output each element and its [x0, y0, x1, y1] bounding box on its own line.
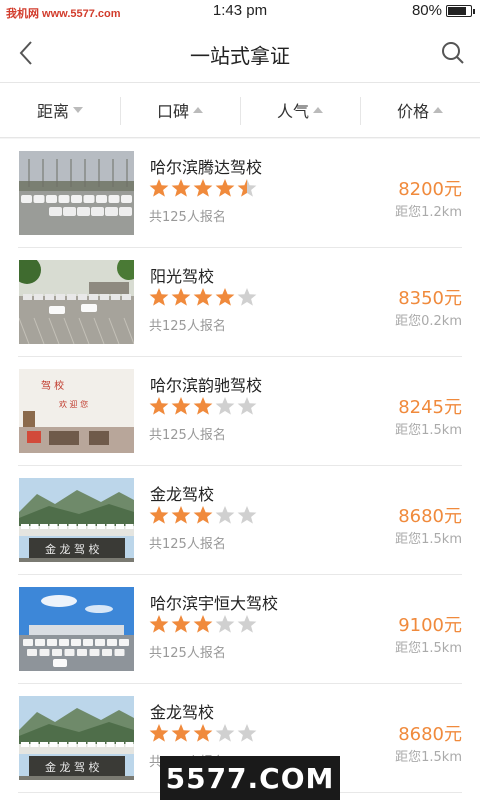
school-list-item[interactable]: 哈尔滨腾达驾校共125人报名 8200元距您1.2km — [18, 139, 462, 248]
rating-stars — [149, 614, 257, 638]
star-icon — [215, 723, 235, 747]
price-label: 8245元 — [398, 397, 462, 418]
star-icon — [237, 723, 257, 747]
school-name: 金龙驾校 — [150, 703, 215, 722]
school-thumbnail — [19, 260, 134, 344]
distance-label: 距您1.5km — [395, 750, 462, 765]
star-icon — [193, 723, 213, 747]
school-thumbnail: 金 龙 驾 校 — [19, 478, 134, 562]
star-icon — [171, 287, 191, 311]
rating-stars — [149, 505, 257, 529]
battery-icon — [446, 4, 475, 17]
star-icon — [215, 505, 235, 529]
school-list-item[interactable]: 哈尔滨宇恒大驾校共125人报名 9100元距您1.5km — [18, 575, 462, 684]
star-icon — [149, 505, 169, 529]
distance-label: 距您1.2km — [395, 205, 462, 220]
site-watermark: 5577.COM — [160, 756, 340, 800]
star-icon — [193, 614, 213, 638]
distance-label: 距您1.5km — [395, 641, 462, 656]
star-icon — [215, 287, 235, 311]
distance-label: 距您1.5km — [395, 423, 462, 438]
signup-count: 共125人报名 — [149, 428, 226, 443]
star-icon — [149, 287, 169, 311]
star-icon — [215, 178, 235, 202]
sort-up-icon — [313, 107, 323, 113]
school-thumbnail: 驾 校欢 迎 您 — [19, 369, 134, 453]
school-name: 金龙驾校 — [150, 485, 215, 504]
star-icon — [171, 396, 191, 420]
school-name: 哈尔滨韵驰驾校 — [150, 376, 263, 395]
school-list: 哈尔滨腾达驾校 共125人报名 8200元 距您1.2km 阳光驾校 共125人报名 835… — [0, 139, 480, 800]
rating-stars — [149, 178, 257, 202]
star-icon — [215, 614, 235, 638]
signup-count: 共125人报名 — [149, 210, 226, 225]
sort-up-icon — [193, 107, 203, 113]
status-indicators: 80% — [411, 2, 475, 19]
battery-percent: 80% — [411, 2, 442, 19]
star-icon — [171, 178, 191, 202]
filter-tab-0[interactable]: 距离 — [0, 83, 120, 137]
star-icon — [193, 178, 213, 202]
star-icon — [237, 396, 257, 420]
filter-tab-3[interactable]: 价格 — [360, 83, 480, 137]
watermark-text: 5577.COM — [165, 761, 335, 795]
school-list-item[interactable]: 阳光驾校共125人报名 8350元距您0.2km — [18, 248, 462, 357]
star-icon — [215, 396, 235, 420]
filter-label: 距离 — [36, 102, 69, 121]
star-icon — [193, 287, 213, 311]
search-icon — [442, 42, 464, 64]
svg-text:金 龙 驾 校: 金 龙 驾 校 — [45, 760, 100, 774]
star-icon — [193, 505, 213, 529]
filter-tab-2[interactable]: 人气 — [240, 83, 360, 137]
page-title: 一站式拿证 — [190, 44, 290, 68]
filter-label: 口碑 — [156, 102, 189, 121]
star-icon — [193, 396, 213, 420]
filter-bar: 距离 口碑 人气 价格 — [0, 82, 480, 138]
star-icon — [237, 614, 257, 638]
school-thumbnail: 金 龙 驾 校 — [19, 696, 134, 780]
school-list-item[interactable]: 金 龙 驾 校 金龙驾校共125人报名 8680元距您1.5km — [18, 466, 462, 575]
status-time: 1:43 pm — [212, 2, 268, 19]
school-name: 阳光驾校 — [150, 267, 215, 286]
rating-stars — [149, 287, 257, 311]
price-label: 8350元 — [398, 288, 462, 309]
signup-count: 共125人报名 — [149, 646, 226, 661]
star-icon — [149, 396, 169, 420]
school-thumbnail — [19, 151, 134, 235]
star-icon — [149, 178, 169, 202]
star-icon — [171, 723, 191, 747]
rating-stars — [149, 723, 257, 747]
svg-text:欢 迎 您: 欢 迎 您 — [59, 399, 88, 409]
status-bar: 我机网 www.5577.com 1:43 pm 80% — [0, 0, 480, 24]
star-icon — [149, 614, 169, 638]
distance-label: 距您0.2km — [395, 314, 462, 329]
price-label: 9100元 — [398, 615, 462, 636]
distance-label: 距您1.5km — [395, 532, 462, 547]
rating-stars — [149, 396, 257, 420]
star-icon — [237, 287, 257, 311]
school-name: 哈尔滨腾达驾校 — [150, 158, 263, 177]
star-icon — [171, 614, 191, 638]
price-label: 8680元 — [398, 724, 462, 745]
star-icon — [149, 723, 169, 747]
school-list-item[interactable]: 驾 校欢 迎 您哈尔滨韵驰驾校 共125人报名 8245元 距您1.5km — [18, 357, 462, 466]
search-button[interactable] — [440, 40, 466, 66]
star-icon — [237, 505, 257, 529]
school-thumbnail — [19, 587, 134, 671]
price-label: 8200元 — [398, 179, 462, 200]
star-icon — [237, 178, 257, 202]
filter-label: 人气 — [276, 102, 309, 121]
header: 一站式拿证 — [0, 24, 480, 82]
sort-down-icon — [73, 107, 83, 113]
school-name: 哈尔滨宇恒大驾校 — [150, 594, 279, 613]
svg-text:驾 校: 驾 校 — [41, 379, 64, 392]
price-label: 8680元 — [398, 506, 462, 527]
filter-tab-1[interactable]: 口碑 — [120, 83, 240, 137]
star-icon — [171, 505, 191, 529]
filter-label: 价格 — [396, 102, 429, 121]
svg-text:金 龙 驾 校: 金 龙 驾 校 — [45, 542, 100, 556]
signup-count: 共125人报名 — [149, 319, 226, 334]
signup-count: 共125人报名 — [149, 537, 226, 552]
sort-up-icon — [433, 107, 443, 113]
